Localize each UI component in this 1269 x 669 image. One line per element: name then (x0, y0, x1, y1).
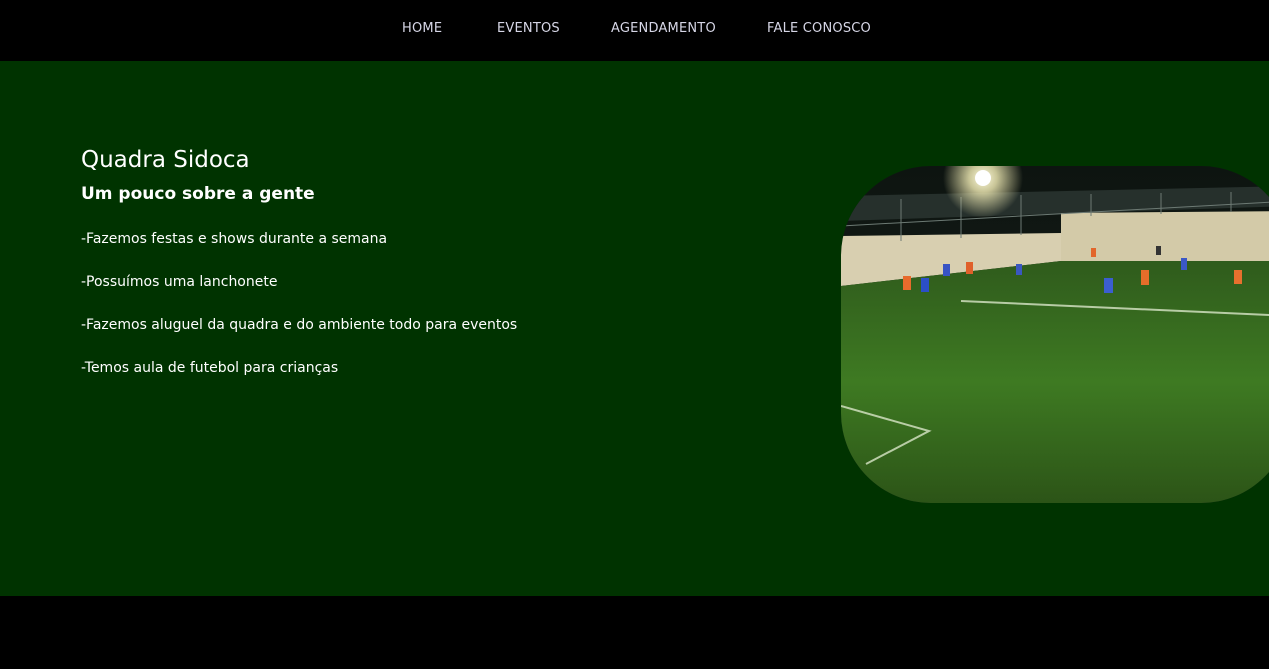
nav-agendamento-link[interactable]: AGENDAMENTO (611, 21, 716, 36)
about-item: -Possuímos uma lanchonete (81, 274, 278, 290)
page-title: Quadra Sidoca (81, 147, 250, 173)
nav-fale-conosco-link[interactable]: FALE CONOSCO (767, 21, 871, 36)
about-section: Quadra Sidoca Um pouco sobre a gente -Fa… (0, 61, 1269, 596)
section-subtitle: Um pouco sobre a gente (81, 184, 315, 204)
soccer-field-image (841, 166, 1269, 503)
nav-home-link[interactable]: HOME (402, 21, 442, 36)
about-item: -Fazemos aluguel da quadra e do ambiente… (81, 317, 518, 333)
about-item: -Temos aula de futebol para crianças (81, 360, 339, 376)
top-navigation: HOME EVENTOS AGENDAMENTO FALE CONOSCO (0, 0, 1269, 61)
about-item: -Fazemos festas e shows durante a semana (81, 231, 388, 247)
soccer-field-photo (841, 166, 1269, 503)
footer (0, 596, 1269, 669)
nav-eventos-link[interactable]: EVENTOS (497, 21, 560, 36)
